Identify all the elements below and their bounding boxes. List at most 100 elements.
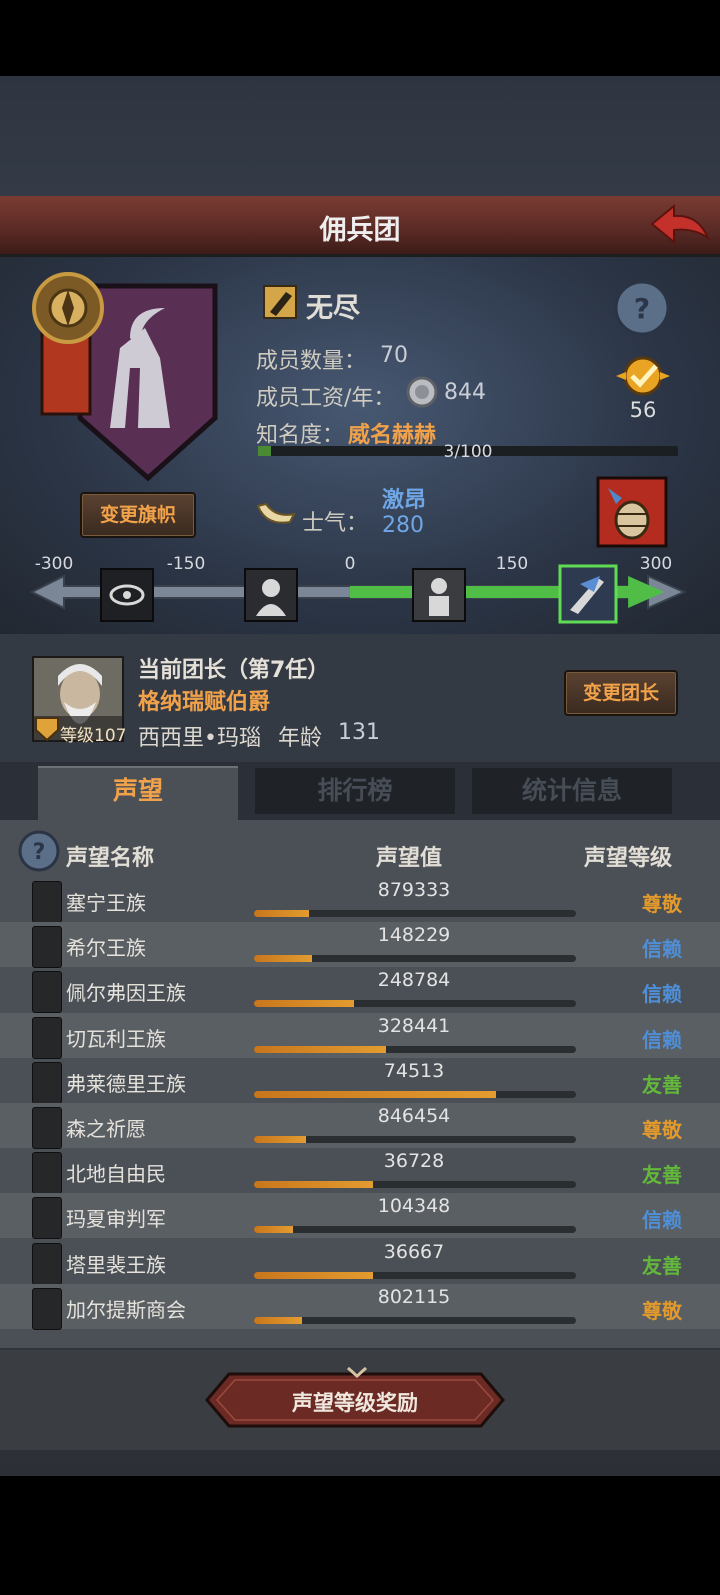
faction-progress-bar (254, 910, 576, 917)
faction-name: 佩尔弗因王族 (66, 981, 186, 1006)
barrel-icon[interactable] (596, 476, 668, 548)
list-help-icon[interactable]: ? (18, 830, 60, 872)
svg-text:?: ? (634, 292, 650, 325)
faction-value: 328441 (377, 1014, 451, 1037)
faction-value: 36667 (383, 1240, 445, 1263)
title-bar: 佣兵团 (0, 196, 720, 257)
morale-value: 280 (382, 513, 424, 538)
members-value: 70 (380, 343, 408, 368)
leader-age: 131 (338, 720, 380, 745)
faction-level: 友善 (642, 1163, 682, 1188)
reputation-row[interactable]: 塞宁王族 879333 尊敬 (0, 877, 720, 923)
reputation-row[interactable]: 切瓦利王族 328441 信赖 (0, 1012, 720, 1059)
back-arrow-icon[interactable] (648, 202, 712, 246)
faction-progress-fill (254, 1136, 306, 1143)
reputation-row[interactable]: 弗莱德里王族 74513 友善 (0, 1058, 720, 1104)
faction-value: 802115 (377, 1285, 451, 1308)
badge-check-icon[interactable] (612, 352, 674, 398)
level-shield-icon (35, 717, 59, 742)
reputation-row[interactable]: 北地自由民 36728 友善 (0, 1148, 720, 1195)
excited-morale-icon (558, 564, 618, 624)
horn-icon (256, 502, 296, 524)
morale-tick-label: -150 (166, 554, 206, 574)
faction-progress-bar (254, 1226, 576, 1234)
faction-level: 尊敬 (642, 892, 682, 916)
column-value: 声望值 (376, 846, 443, 871)
chevron-down-icon (347, 1366, 367, 1378)
reputation-row[interactable]: 希尔王族 148229 信赖 (0, 922, 720, 969)
faction-progress-fill (254, 1181, 374, 1189)
reputation-row[interactable]: 加尔提斯商会 802115 尊敬 (0, 1283, 720, 1330)
mercenary-banner-icon (32, 272, 218, 482)
faction-progress-bar (254, 1316, 576, 1324)
faction-progress-fill (254, 910, 309, 917)
faction-value: 104348 (377, 1195, 451, 1218)
faction-emblem-icon (32, 1016, 62, 1059)
leader-level: 等级107 (60, 726, 127, 746)
badge-count: 56 (629, 398, 657, 422)
faction-value: 36728 (383, 1150, 445, 1173)
faction-value: 148229 (377, 924, 451, 947)
column-name: 声望名称 (66, 846, 155, 871)
faction-level: 友善 (642, 1072, 682, 1097)
morale-tick-label: -300 (34, 554, 74, 574)
faction-emblem-icon (32, 926, 62, 969)
faction-emblem-icon (32, 1061, 62, 1104)
silver-coin-icon (406, 376, 438, 408)
faction-level: 信赖 (642, 937, 682, 962)
change-leader-button[interactable]: 变更团长 (564, 670, 678, 716)
faction-name: 塔里裴王族 (66, 1252, 166, 1277)
leader-name: 西西里•玛瑙 (138, 726, 261, 751)
faction-emblem-icon (32, 971, 62, 1014)
leader-rank: 格纳瑞赋伯爵 (138, 690, 271, 715)
faction-progress-bar (254, 1090, 576, 1098)
column-level: 声望等级 (584, 846, 673, 871)
faction-progress-fill (254, 1000, 354, 1008)
faction-name: 加尔提斯商会 (66, 1297, 186, 1322)
tab-reputation[interactable]: 声望 (38, 766, 238, 822)
fame-progress-text: 3/100 (443, 442, 493, 462)
faction-level: 信赖 (642, 1208, 682, 1233)
leader-age-label: 年龄 (278, 726, 323, 751)
faction-name: 希尔王族 (66, 936, 146, 961)
faction-level: 信赖 (642, 1027, 682, 1052)
reputation-row[interactable]: 森之祈愿 846454 尊敬 (0, 1103, 720, 1149)
help-icon[interactable]: ? (614, 280, 670, 336)
change-banner-button[interactable]: 变更旗帜 (80, 492, 196, 538)
faction-progress-bar (254, 1181, 576, 1189)
faction-progress-bar (254, 1271, 576, 1279)
faction-emblem-icon (32, 1197, 62, 1240)
tab-ranking[interactable]: 排行榜 (255, 768, 455, 814)
fear-morale-icon (244, 568, 298, 622)
faction-name: 森之祈愿 (66, 1117, 146, 1141)
members-label: 成员数量： (256, 349, 367, 374)
faction-level: 尊敬 (642, 1118, 682, 1142)
reputation-row[interactable]: 玛夏审判军 104348 信赖 (0, 1193, 720, 1240)
salary-label: 成员工资/年： (256, 386, 396, 411)
faction-progress-fill (254, 1090, 496, 1098)
tab-statistics[interactable]: 统计信息 (472, 768, 672, 814)
faction-progress-fill (254, 1226, 293, 1234)
reputation-reward-button[interactable]: 声望等级奖励 (205, 1372, 505, 1428)
faction-progress-fill (254, 1045, 387, 1053)
faction-name: 塞宁王族 (66, 891, 146, 915)
faction-name: 玛夏审判军 (66, 1207, 166, 1232)
morale-label: 士气： (302, 511, 369, 536)
faction-progress-bar (254, 955, 576, 963)
faction-progress-bar (254, 1136, 576, 1143)
faction-emblem-icon (32, 1152, 62, 1195)
faction-level: 友善 (642, 1253, 682, 1278)
despair-morale-icon (100, 568, 154, 622)
faction-value: 879333 (377, 879, 451, 901)
faction-progress-fill (254, 1316, 303, 1324)
morale-tick-label: 150 (495, 554, 529, 574)
faction-value: 846454 (377, 1105, 451, 1127)
edit-name-icon[interactable] (262, 284, 298, 320)
reputation-row[interactable]: 佩尔弗因王族 248784 信赖 (0, 967, 720, 1014)
svg-text:?: ? (33, 840, 46, 865)
reputation-row[interactable]: 塔里裴王族 36667 友善 (0, 1239, 720, 1285)
morale-tick-label: 300 (639, 554, 673, 574)
faction-name: 北地自由民 (66, 1162, 166, 1187)
faction-progress-bar (254, 1000, 576, 1008)
faction-level: 信赖 (642, 982, 682, 1007)
